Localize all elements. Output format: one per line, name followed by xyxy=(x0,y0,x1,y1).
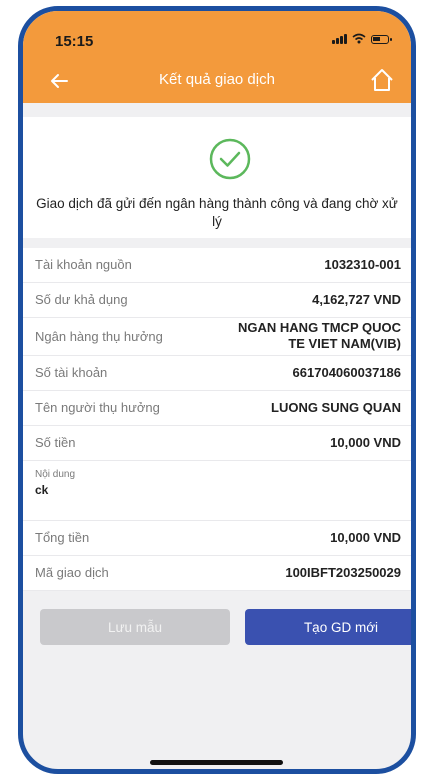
beneficiary-name-row: Tên người thụ hưởng LUONG SUNG QUAN xyxy=(23,391,411,426)
content-row: Nội dung ck xyxy=(23,461,411,521)
result-message: Giao dịch đã gửi đến ngân hàng thành côn… xyxy=(36,196,398,229)
account-number-row: Số tài khoản 661704060037186 xyxy=(23,356,411,391)
source-account-label: Tài khoản nguồn xyxy=(35,257,132,272)
transaction-id-row: Mã giao dịch 100IBFT203250029 xyxy=(23,556,411,591)
status-time: 15:15 xyxy=(55,33,94,50)
beneficiary-bank-value-line2: TE VIET NAM(VIB) xyxy=(288,336,401,351)
transaction-id-value: 100IBFT203250029 xyxy=(285,565,401,580)
amount-label: Số tiền xyxy=(35,435,76,450)
phone-frame: 15:15 Kết quả giao dịch Giao dịch đã gửi… xyxy=(18,6,416,774)
beneficiary-bank-value: NGAN HANG TMCP QUOC TE VIET NAM(VIB) xyxy=(238,320,401,352)
available-balance-label: Số dư khả dụng xyxy=(35,292,128,307)
transaction-id-label: Mã giao dịch xyxy=(35,565,109,580)
beneficiary-bank-label: Ngân hàng thụ hưởng xyxy=(35,329,163,344)
home-indicator[interactable] xyxy=(150,760,283,765)
source-account-value: 1032310-001 xyxy=(324,257,401,272)
app-header: 15:15 Kết quả giao dịch xyxy=(23,11,411,103)
screenshot: 15:15 Kết quả giao dịch Giao dịch đã gửi… xyxy=(0,0,443,781)
action-bar: Lưu mẫu Tạo GD mới xyxy=(23,609,411,649)
save-template-button[interactable]: Lưu mẫu xyxy=(40,609,230,645)
status-icons xyxy=(332,32,392,44)
beneficiary-bank-row: Ngân hàng thụ hưởng NGAN HANG TMCP QUOC … xyxy=(23,318,411,356)
wifi-icon xyxy=(352,33,366,44)
beneficiary-name-value: LUONG SUNG QUAN xyxy=(271,400,401,415)
home-icon[interactable] xyxy=(369,67,395,93)
total-row: Tổng tiền 10,000 VND xyxy=(23,521,411,556)
total-value: 10,000 VND xyxy=(330,530,401,545)
beneficiary-name-label: Tên người thụ hưởng xyxy=(35,400,160,415)
amount-row: Số tiền 10,000 VND xyxy=(23,426,411,461)
new-transaction-button[interactable]: Tạo GD mới xyxy=(245,609,411,645)
source-account-row: Tài khoản nguồn 1032310-001 xyxy=(23,248,411,283)
success-check-icon xyxy=(209,138,251,180)
account-number-value: 661704060037186 xyxy=(292,365,401,380)
amount-value: 10,000 VND xyxy=(330,435,401,450)
page-title: Kết quả giao dịch xyxy=(159,71,275,88)
available-balance-value: 4,162,727 VND xyxy=(312,292,401,307)
beneficiary-bank-value-line1: NGAN HANG TMCP QUOC xyxy=(238,320,401,335)
account-number-label: Số tài khoản xyxy=(35,365,108,380)
transaction-details: Tài khoản nguồn 1032310-001 Số dư khả dụ… xyxy=(23,248,411,591)
available-balance-row: Số dư khả dụng 4,162,727 VND xyxy=(23,283,411,318)
content-value: ck xyxy=(35,483,49,497)
content-label: Nội dung xyxy=(35,469,76,480)
result-card: Giao dịch đã gửi đến ngân hàng thành côn… xyxy=(23,117,411,238)
battery-icon xyxy=(371,35,392,44)
total-label: Tổng tiền xyxy=(35,530,90,545)
signal-icon xyxy=(332,32,347,44)
